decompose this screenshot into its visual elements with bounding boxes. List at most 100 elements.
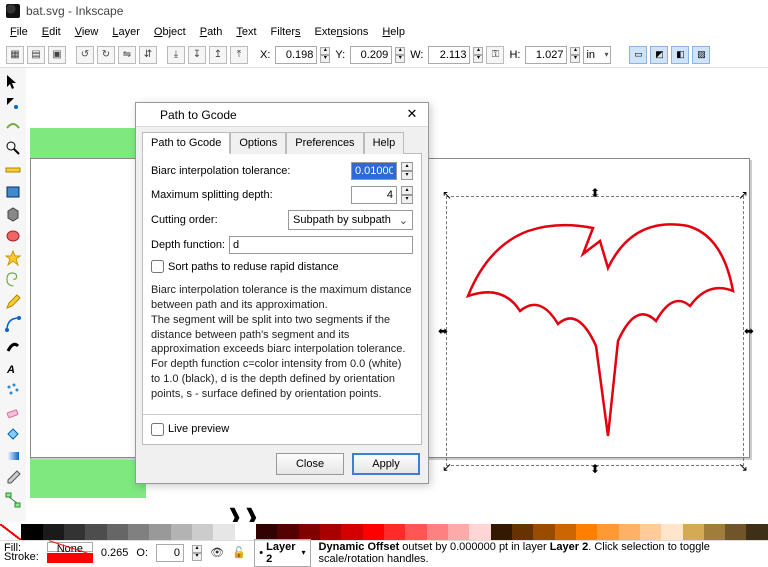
color-swatch[interactable]	[107, 524, 128, 540]
pencil-tool-icon[interactable]	[2, 292, 24, 312]
menu-edit[interactable]: Edit	[36, 24, 67, 40]
spiral-tool-icon[interactable]	[2, 270, 24, 290]
x-spinner[interactable]: ▴▾	[320, 47, 330, 63]
tb-deselect-icon[interactable]: ▣	[48, 46, 66, 64]
color-swatch[interactable]	[235, 524, 256, 540]
w-spinner[interactable]: ▴▾	[473, 47, 483, 63]
tb-lower-bottom-icon[interactable]: ⤓	[167, 46, 185, 64]
scale-handle-icon[interactable]: ↖	[441, 189, 453, 201]
biarc-spinner[interactable]: ▴▾	[401, 162, 413, 180]
swatch-none[interactable]	[0, 524, 21, 540]
bat-path-object[interactable]	[458, 206, 738, 456]
y-input[interactable]	[350, 46, 392, 64]
affect-corners-icon[interactable]: ◩	[650, 46, 668, 64]
scale-handle-icon[interactable]: ⬍	[589, 187, 601, 199]
tab-options[interactable]: Options	[230, 132, 286, 154]
live-preview-checkbox[interactable]	[151, 423, 164, 436]
menu-object[interactable]: Object	[148, 24, 192, 40]
tb-flip-v-icon[interactable]: ⇵	[139, 46, 157, 64]
spray-tool-icon[interactable]	[2, 380, 24, 400]
menu-extensions[interactable]: Extensions	[309, 24, 375, 40]
color-swatch[interactable]	[171, 524, 192, 540]
color-swatch[interactable]	[192, 524, 213, 540]
tb-raise-top-icon[interactable]: ⤒	[230, 46, 248, 64]
close-button[interactable]: Close	[276, 453, 344, 475]
3dbox-tool-icon[interactable]	[2, 204, 24, 224]
layer-lock-icon[interactable]: 🔓	[232, 545, 246, 561]
color-swatch[interactable]	[43, 524, 64, 540]
affect-stroke-icon[interactable]: ▭	[629, 46, 647, 64]
color-swatch[interactable]	[21, 524, 42, 540]
tb-select-layer-icon[interactable]: ▤	[27, 46, 45, 64]
color-swatch[interactable]	[640, 524, 661, 540]
color-swatch[interactable]	[448, 524, 469, 540]
color-swatch[interactable]	[533, 524, 554, 540]
color-swatch[interactable]	[725, 524, 746, 540]
color-swatch[interactable]	[405, 524, 426, 540]
color-swatch[interactable]	[64, 524, 85, 540]
tb-rotate-cw-icon[interactable]: ↻	[97, 46, 115, 64]
color-swatch[interactable]	[85, 524, 106, 540]
color-swatch[interactable]	[491, 524, 512, 540]
layer-visibility-icon[interactable]: 👁	[210, 545, 224, 561]
tb-lower-icon[interactable]: ↧	[188, 46, 206, 64]
color-swatch[interactable]	[320, 524, 341, 540]
bezier-tool-icon[interactable]	[2, 314, 24, 334]
scale-handle-icon[interactable]: ↙	[441, 461, 453, 473]
tb-raise-icon[interactable]: ↥	[209, 46, 227, 64]
menu-file[interactable]: File	[4, 24, 34, 40]
opacity-input[interactable]	[156, 544, 184, 562]
color-swatch[interactable]	[128, 524, 149, 540]
biarc-tolerance-input[interactable]	[351, 162, 397, 180]
opacity-spinner[interactable]: ▴▾	[192, 545, 202, 561]
color-swatch[interactable]	[213, 524, 234, 540]
dialog-titlebar[interactable]: Path to Gcode ✕	[136, 103, 428, 127]
star-tool-icon[interactable]	[2, 248, 24, 268]
apply-button[interactable]: Apply	[352, 453, 420, 475]
splitting-depth-input[interactable]	[351, 186, 397, 204]
layer-selector[interactable]: • Layer 2	[254, 539, 310, 567]
sort-paths-checkbox[interactable]	[151, 260, 164, 273]
color-swatch[interactable]	[746, 524, 767, 540]
color-swatch[interactable]	[512, 524, 533, 540]
color-swatch[interactable]	[619, 524, 640, 540]
scale-handle-icon[interactable]: ⬌	[437, 325, 449, 337]
y-spinner[interactable]: ▴▾	[395, 47, 405, 63]
h-input[interactable]	[525, 46, 567, 64]
menu-text[interactable]: Text	[230, 24, 262, 40]
lock-aspect-icon[interactable]: ⚿	[486, 46, 504, 64]
dropper-tool-icon[interactable]	[2, 468, 24, 488]
tab-path-to-gcode[interactable]: Path to Gcode	[142, 132, 230, 154]
tab-help[interactable]: Help	[364, 132, 405, 154]
color-swatch[interactable]	[149, 524, 170, 540]
color-swatch[interactable]	[427, 524, 448, 540]
affect-gradient-icon[interactable]: ◧	[671, 46, 689, 64]
scale-handle-icon[interactable]: ⬍	[589, 463, 601, 475]
color-swatch[interactable]	[555, 524, 576, 540]
zoom-tool-icon[interactable]	[2, 138, 24, 158]
ellipse-tool-icon[interactable]	[2, 226, 24, 246]
color-swatch[interactable]	[661, 524, 682, 540]
tb-select-all-icon[interactable]: ▦	[6, 46, 24, 64]
tb-flip-h-icon[interactable]: ⇋	[118, 46, 136, 64]
color-swatch[interactable]	[469, 524, 490, 540]
cutting-order-select[interactable]: Subpath by subpath	[288, 210, 413, 230]
text-tool-icon[interactable]: A	[2, 358, 24, 378]
tweak-tool-icon[interactable]	[2, 116, 24, 136]
scale-handle-icon[interactable]: ↗	[737, 189, 749, 201]
x-input[interactable]	[275, 46, 317, 64]
color-swatch[interactable]	[704, 524, 725, 540]
scale-handle-icon[interactable]: ↘	[737, 461, 749, 473]
w-input[interactable]	[428, 46, 470, 64]
rect-tool-icon[interactable]	[2, 182, 24, 202]
bucket-tool-icon[interactable]	[2, 424, 24, 444]
selector-tool-icon[interactable]	[2, 72, 24, 92]
close-icon[interactable]: ✕	[402, 106, 422, 124]
calligraphy-tool-icon[interactable]	[2, 336, 24, 356]
menu-layer[interactable]: Layer	[106, 24, 146, 40]
eraser-tool-icon[interactable]	[2, 402, 24, 422]
color-swatch[interactable]	[341, 524, 362, 540]
depth-spinner[interactable]: ▴▾	[401, 186, 413, 204]
tab-preferences[interactable]: Preferences	[286, 132, 363, 154]
color-swatch[interactable]	[384, 524, 405, 540]
